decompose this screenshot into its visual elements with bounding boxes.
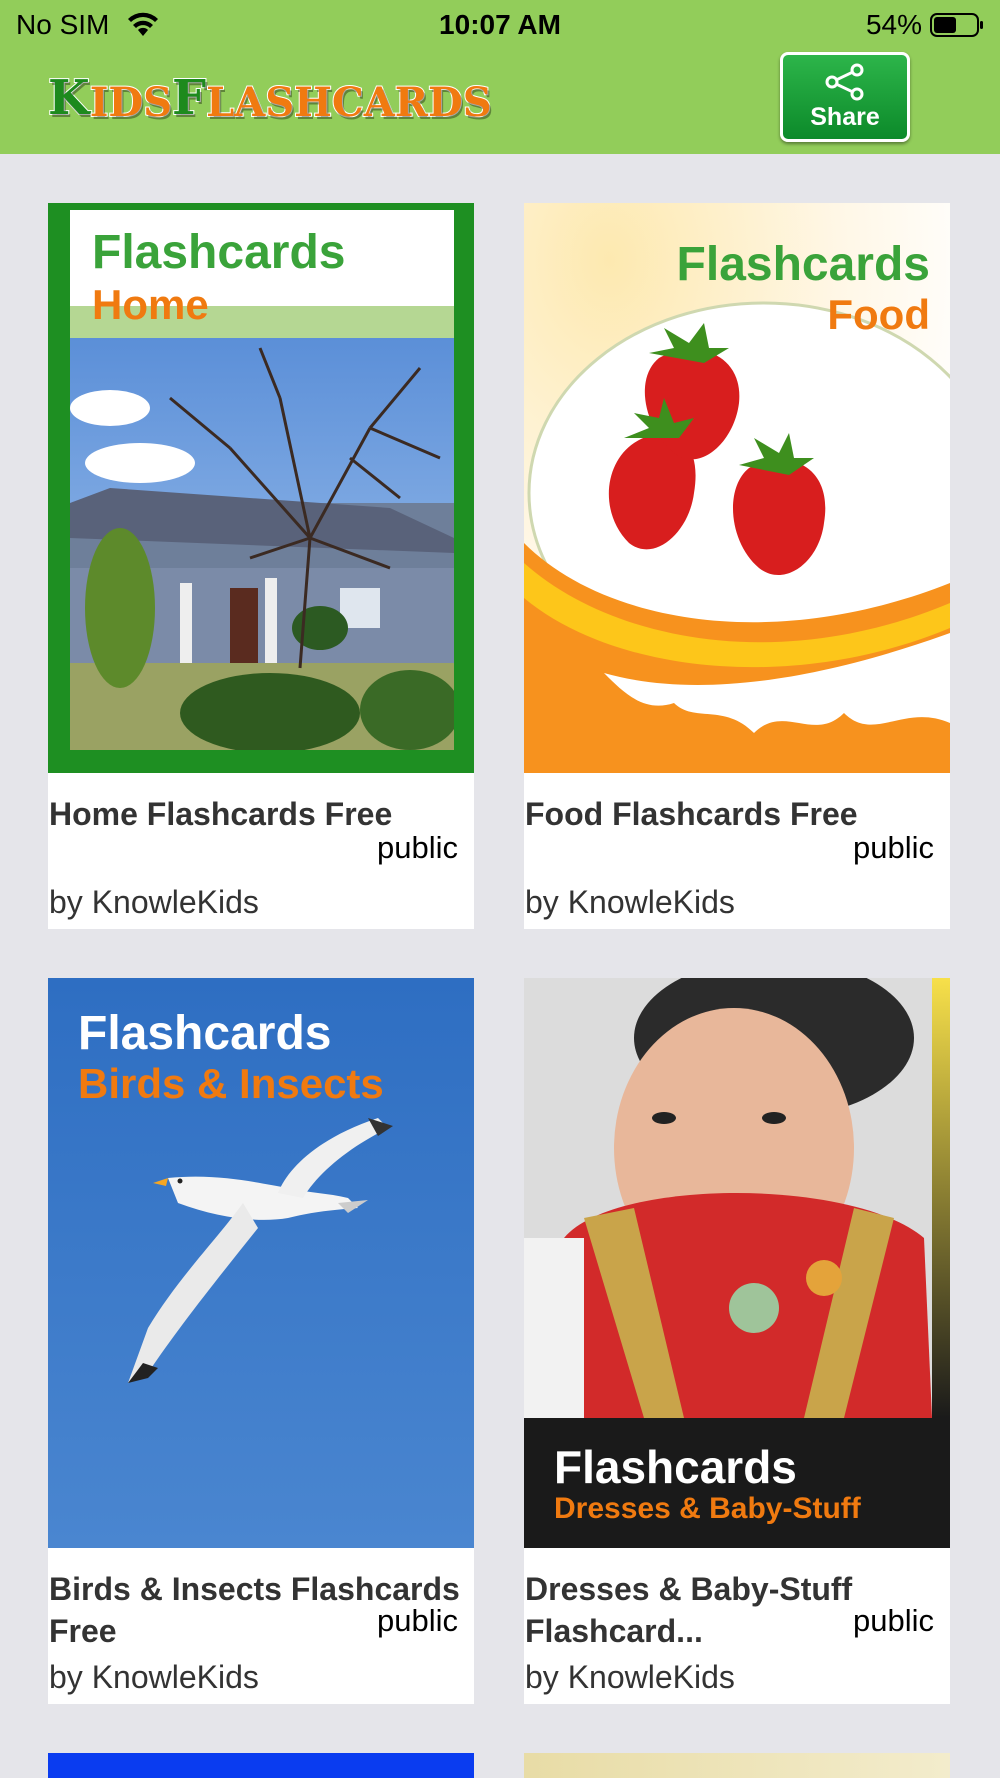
deck-card-birds-insects[interactable]: Flashcards Birds & Insects Birds & Insec… [48, 978, 474, 1704]
deck-card-partial[interactable] [48, 1753, 474, 1778]
logo-letters: IDS [89, 78, 173, 127]
deck-author: by KnowleKids [49, 884, 259, 920]
deck-cover-dresses: Flashcards Dresses & Baby-Stuff [524, 978, 950, 1548]
visibility-label: public [853, 1603, 934, 1638]
cover-title: Flashcards [92, 226, 346, 279]
deck-card-partial[interactable] [524, 1753, 950, 1778]
share-label: Share [810, 103, 880, 131]
deck-cover-home: Flashcards Home [48, 203, 474, 773]
clock: 10:07 AM [439, 9, 561, 40]
share-icon [825, 63, 864, 101]
logo-letter: K [47, 69, 91, 127]
logo-letter: F [171, 69, 207, 127]
deck-title: Food Flashcards Free [525, 796, 858, 832]
deck-card-home[interactable]: Flashcards Home Home Flashcards Free pub… [48, 203, 474, 929]
cover-title: Flashcards [78, 1007, 332, 1060]
cover-subtitle: Birds & Insects [78, 1060, 384, 1107]
deck-author: by KnowleKids [525, 1659, 735, 1695]
deck-cover-birds-insects: Flashcards Birds & Insects [48, 978, 474, 1548]
deck-cover-food: Flashcards Food [524, 203, 950, 773]
logo-letters: LASHCARDS [205, 78, 493, 127]
cover-subtitle: Dresses & Baby-Stuff [554, 1492, 861, 1525]
deck-author: by KnowleKids [49, 1659, 259, 1695]
cover-subtitle: Home [92, 281, 209, 328]
battery-percent: 54% [865, 9, 922, 40]
visibility-label: public [377, 1603, 458, 1638]
cover-subtitle: Food [827, 291, 930, 338]
battery-icon [930, 13, 983, 37]
share-button[interactable]: Share [780, 52, 910, 142]
cover-title: Flashcards [554, 1441, 797, 1493]
visibility-label: public [853, 830, 934, 865]
deck-title: Home Flashcards Free [49, 796, 393, 832]
app-logo: K IDS F LASHCARDS [47, 69, 493, 127]
deck-card-food[interactable]: Flashcards Food Food Flashcards Free pub… [524, 203, 950, 929]
house-photo [70, 338, 454, 750]
status-bar: No SIM 10:07 AM 54% [0, 0, 1000, 50]
deck-author: by KnowleKids [525, 884, 735, 920]
visibility-label: public [377, 830, 458, 865]
cover-title: Flashcards [676, 238, 930, 291]
deck-card-dresses[interactable]: Flashcards Dresses & Baby-Stuff Dresses … [524, 978, 950, 1704]
app-header: No SIM 10:07 AM 54% K IDS F LASHCARDS Share [0, 0, 1000, 154]
